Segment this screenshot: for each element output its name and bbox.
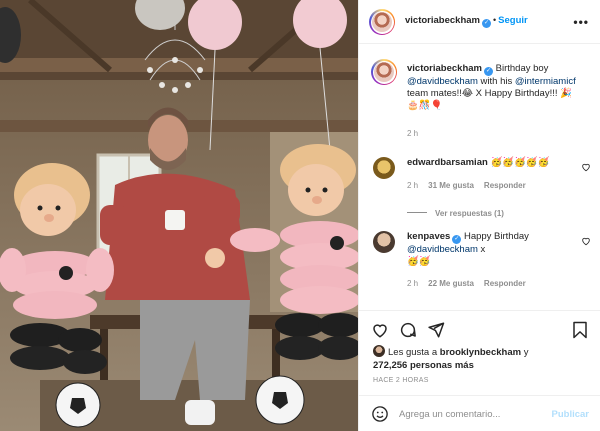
follow-button[interactable]: Seguir [498, 15, 528, 26]
add-comment-bar: Agrega un comentario... Publicar [359, 395, 600, 431]
emoji-icon[interactable] [371, 405, 389, 423]
caption-text-2: with his [480, 76, 513, 87]
post-timestamp[interactable]: HACE 2 HORAS [373, 377, 429, 384]
caption-text-3: team mates!!😂 X Happy Birthday!!! 🎉🎂🎊🎈 [407, 88, 572, 111]
comment-like-icon[interactable] [581, 236, 591, 246]
post-actions: Les gusta a brooklynbeckham y 272,256 pe… [359, 310, 600, 431]
comment-like-icon[interactable] [581, 162, 591, 172]
verified-badge-icon: ✓ [481, 19, 491, 28]
comment-likes[interactable]: 31 Me gusta [428, 181, 474, 190]
caption-text-1: Birthday boy [495, 63, 549, 74]
author-line: victoriabeckham ✓ • Seguir [405, 15, 528, 28]
comment-body-emoji: 🥳🥳 [407, 256, 431, 267]
likes-and: y [523, 347, 529, 358]
separator-dot: • [492, 15, 497, 25]
comment-username[interactable]: edwardbarsamian [407, 157, 488, 168]
comment-body-after: x [480, 244, 486, 255]
comment-meta: 2 h 22 Me gusta Responder [407, 279, 536, 288]
caption-avatar[interactable] [371, 59, 397, 85]
commenter-avatar[interactable] [373, 231, 395, 253]
heart-icon[interactable] [371, 321, 389, 339]
mention-link[interactable]: @intermiamicf [515, 76, 576, 87]
post-header: victoriabeckham ✓ • Seguir ••• [359, 0, 600, 44]
likes-count[interactable]: 272,256 personas más [373, 360, 474, 371]
comment-input[interactable]: Agrega un comentario... [399, 409, 500, 420]
reply-button[interactable]: Responder [484, 279, 526, 288]
comment-meta: 2 h 31 Me gusta Responder [407, 181, 536, 190]
publish-button[interactable]: Publicar [552, 409, 590, 420]
comments-list[interactable]: victoriabeckham ✓ Birthday boy @davidbeck… [359, 45, 600, 310]
comment-username[interactable]: kenpaves [407, 231, 450, 242]
author-avatar[interactable] [369, 9, 395, 35]
mention-link[interactable]: @davidbeckham [407, 76, 478, 87]
comment-time[interactable]: 2 h [407, 181, 418, 190]
share-icon[interactable] [427, 321, 445, 339]
caption-meta: 2 h [407, 129, 428, 138]
verified-badge-icon: ✓ [483, 67, 493, 76]
commenter-avatar[interactable] [373, 157, 395, 179]
liker-avatar[interactable] [373, 345, 385, 357]
mention-link[interactable]: @davidbeckham [407, 244, 478, 255]
liker-username[interactable]: brooklynbeckham [440, 347, 521, 358]
comment-body: Happy Birthday [463, 231, 529, 242]
caption-username[interactable]: victoriabeckham [407, 63, 482, 74]
likes-summary: Les gusta a brooklynbeckham y 272,256 pe… [373, 345, 588, 372]
likes-prefix: Les gusta a [388, 347, 438, 358]
view-replies-button[interactable]: Ver respuestas (1) [407, 209, 504, 218]
author-username[interactable]: victoriabeckham [405, 15, 480, 26]
view-replies-label: Ver respuestas (1) [435, 209, 504, 218]
comment-icon[interactable] [399, 321, 417, 339]
post-sidebar: victoriabeckham ✓ • Seguir ••• victoriabeck… [358, 0, 600, 431]
bookmark-icon[interactable] [571, 321, 589, 339]
comment-text: kenpaves ✓ Happy Birthday @davidbeckham x… [407, 231, 577, 268]
comment-time[interactable]: 2 h [407, 279, 418, 288]
more-options-icon[interactable]: ••• [573, 15, 589, 29]
caption-time[interactable]: 2 h [407, 129, 418, 138]
post-photo[interactable] [0, 0, 358, 431]
post-photo-illustration [0, 0, 358, 431]
comment-body: 🥳🥳🥳🥳🥳 [490, 157, 550, 168]
comment-likes[interactable]: 22 Me gusta [428, 279, 474, 288]
comment-text: edwardbarsamian 🥳🥳🥳🥳🥳 [407, 157, 577, 169]
verified-badge-icon: ✓ [452, 235, 462, 244]
reply-button[interactable]: Responder [484, 181, 526, 190]
caption-text: victoriabeckham ✓ Birthday boy @davidbeck… [407, 63, 577, 112]
